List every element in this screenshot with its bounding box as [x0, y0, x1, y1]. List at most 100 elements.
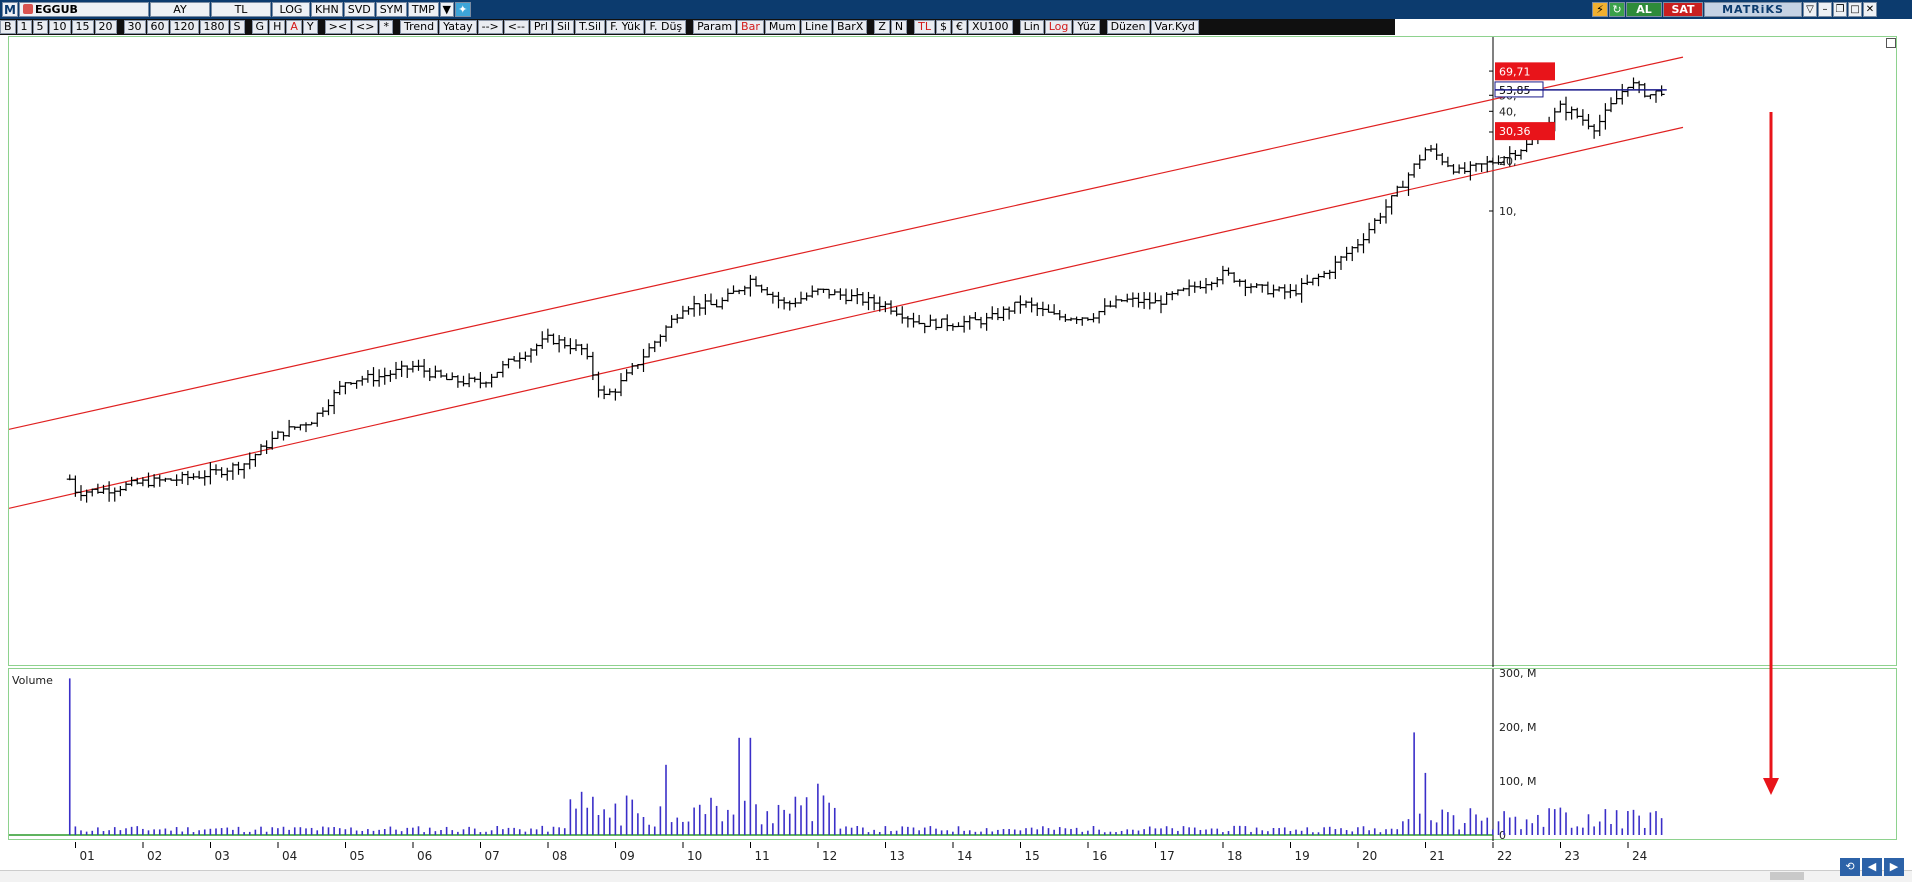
toolbar-btn-34[interactable]: TL	[914, 20, 935, 34]
toolbar-btn-35[interactable]: $	[935, 20, 951, 34]
time-axis-label: 04	[282, 849, 297, 863]
restore-icon[interactable]: ❐	[1833, 2, 1847, 17]
dropdown-icon[interactable]: ▽	[1803, 2, 1817, 17]
chart-tools-toolbar: B 1 5 10 15 20 30 60 120 180 S G H A Y >< <> * Trend Yatay -…	[0, 19, 1395, 35]
currency-selector[interactable]: TL	[211, 2, 271, 17]
log-scale-button[interactable]: LOG	[272, 2, 310, 17]
price-axis-label: 20,	[1499, 155, 1517, 168]
price-chart[interactable]: 70,50,40,30,20,10,69,7130,3653,85	[8, 37, 1898, 667]
scrollbar-thumb[interactable]	[1770, 872, 1804, 880]
time-axis-label: 18	[1227, 849, 1242, 863]
sync-icon[interactable]: ⟲	[1840, 858, 1860, 876]
volume-chart-panel[interactable]: 300, M 200, M 100, M 0	[8, 667, 1898, 842]
volume-chart[interactable]: 300, M 200, M 100, M 0	[9, 667, 1898, 842]
channel-lower-line	[8, 126, 1684, 509]
price-chart-panel[interactable]: 70,50,40,30,20,10,69,7130,3653,85	[8, 36, 1898, 667]
toolbar-btn-26[interactable]: F. Düş	[645, 20, 687, 34]
toolbar-btn-5[interactable]: 20	[94, 20, 117, 34]
toolbar-btn-29[interactable]: Mum	[764, 20, 801, 34]
toolbar-btn-37[interactable]: XU100	[967, 20, 1013, 34]
tmp-button[interactable]: TMP	[407, 2, 439, 17]
time-axis-label: 10	[687, 849, 702, 863]
toolbar-btn-28[interactable]: Bar	[737, 20, 764, 34]
toolbar-btn-11[interactable]: G	[251, 20, 269, 34]
symbol-selector[interactable]: EGGUB	[19, 2, 149, 17]
toolbar-btn-19[interactable]: Yatay	[439, 20, 477, 34]
time-axis-label: 20	[1362, 849, 1377, 863]
toolbar-btn-1[interactable]: 1	[16, 20, 32, 34]
khn-button[interactable]: KHN	[311, 2, 343, 17]
app-logo[interactable]: M	[2, 2, 18, 17]
toolbar-btn-38[interactable]: Lin	[1019, 20, 1044, 34]
toolbar-btn-14[interactable]: Y	[302, 20, 318, 34]
refresh-icon[interactable]: ↻	[1609, 2, 1625, 17]
sym-button[interactable]: SYM	[375, 2, 407, 17]
scroll-right-icon[interactable]: ▶	[1884, 858, 1904, 876]
minimize-icon[interactable]: –	[1818, 2, 1832, 17]
close-icon[interactable]: ✕	[1863, 2, 1877, 17]
toolbar-btn-8[interactable]: 120	[169, 20, 199, 34]
nav-buttons: ⟲ ◀ ▶	[1840, 858, 1904, 876]
sell-button[interactable]: SAT	[1663, 2, 1703, 17]
buy-button[interactable]: AL	[1626, 2, 1662, 17]
toolbar-btn-22[interactable]: Prl	[529, 20, 552, 34]
toolbar-btn-36[interactable]: €	[951, 20, 967, 34]
toolbar-btn-15[interactable]: ><	[324, 20, 352, 34]
main-toolbar: M EGGUB AY TL LOG KHN SVD SYM TMP ▼ ✦ ⚡ …	[0, 0, 1912, 19]
toolbar-btn-7[interactable]: 60	[146, 20, 169, 34]
panel-settings-icon[interactable]	[1886, 38, 1896, 48]
high-price-tag: 69,71	[1499, 65, 1531, 78]
price-axis-label: 40,	[1499, 105, 1517, 118]
ohlc-bars	[66, 77, 1665, 503]
toolbar-btn-10[interactable]: S	[229, 20, 245, 34]
toolbar-btn-25[interactable]: F. Yük	[606, 20, 645, 34]
svd-button[interactable]: SVD	[343, 2, 375, 17]
toolbar-btn-3[interactable]: 10	[48, 20, 71, 34]
time-axis-label: 14	[957, 849, 972, 863]
toolbar-btn-17[interactable]: *	[379, 20, 393, 34]
time-axis-label: 15	[1025, 849, 1040, 863]
lightning-icon[interactable]: ⚡	[1592, 2, 1608, 17]
toolbar-btn-13[interactable]: A	[286, 20, 302, 34]
brand-logo: MATRiKS	[1704, 2, 1802, 17]
toolbar-btn-24[interactable]: T.Sil	[575, 20, 606, 34]
chevron-down-icon[interactable]: ▼	[439, 2, 454, 17]
period-selector[interactable]: AY	[150, 2, 210, 17]
time-axis-label: 23	[1565, 849, 1580, 863]
time-axis-label: 24	[1632, 849, 1647, 863]
toolbar-btn-4[interactable]: 15	[71, 20, 94, 34]
toolbar-btn-9[interactable]: 180	[199, 20, 229, 34]
time-axis-label: 22	[1497, 849, 1512, 863]
volume-axis-label: 0	[1499, 829, 1506, 841]
toolbar-btn-23[interactable]: Sil	[552, 20, 575, 34]
time-axis-label: 05	[350, 849, 365, 863]
horizontal-scrollbar[interactable]	[0, 870, 1912, 882]
toolbar-btn-30[interactable]: Line	[801, 20, 832, 34]
toolbar-btn-12[interactable]: H	[269, 20, 286, 34]
time-axis: 01 02 03 04 05 06 07 08 09 10 11 12 13 14 15 16 17 18 19 20…	[75, 842, 1647, 863]
toolbar-btn-31[interactable]: BarX	[832, 20, 868, 34]
volume-axis-label: 300, M	[1499, 669, 1536, 680]
toolbar-btn-21[interactable]: <--	[503, 20, 529, 34]
toolbar-btn-0[interactable]: B	[0, 20, 16, 34]
toolbar-btn-40[interactable]: Yüz	[1073, 20, 1100, 34]
time-axis-label: 12	[822, 849, 837, 863]
toolbar-btn-39[interactable]: Log	[1044, 20, 1073, 34]
twitter-icon[interactable]: ✦	[454, 2, 471, 17]
toolbar-btn-32[interactable]: Z	[874, 20, 890, 34]
symbol-flag-icon	[23, 4, 33, 14]
scroll-left-icon[interactable]: ◀	[1862, 858, 1882, 876]
toolbar-btn-18[interactable]: Trend	[399, 20, 439, 34]
maximize-icon[interactable]: □	[1848, 2, 1862, 17]
toolbar-btn-6[interactable]: 30	[123, 20, 146, 34]
toolbar-btn-42[interactable]: Var.Kyd	[1150, 20, 1199, 34]
toolbar-btn-2[interactable]: 5	[32, 20, 48, 34]
volume-axis-label: 100, M	[1499, 775, 1536, 788]
time-axis-label: 07	[485, 849, 500, 863]
toolbar-btn-16[interactable]: <>	[352, 20, 379, 34]
toolbar-btn-33[interactable]: N	[890, 20, 908, 34]
toolbar-btn-20[interactable]: -->	[477, 20, 503, 34]
price-axis-label: 10,	[1499, 205, 1517, 218]
toolbar-btn-41[interactable]: Düzen	[1106, 20, 1150, 34]
toolbar-btn-27[interactable]: Param	[693, 20, 737, 34]
